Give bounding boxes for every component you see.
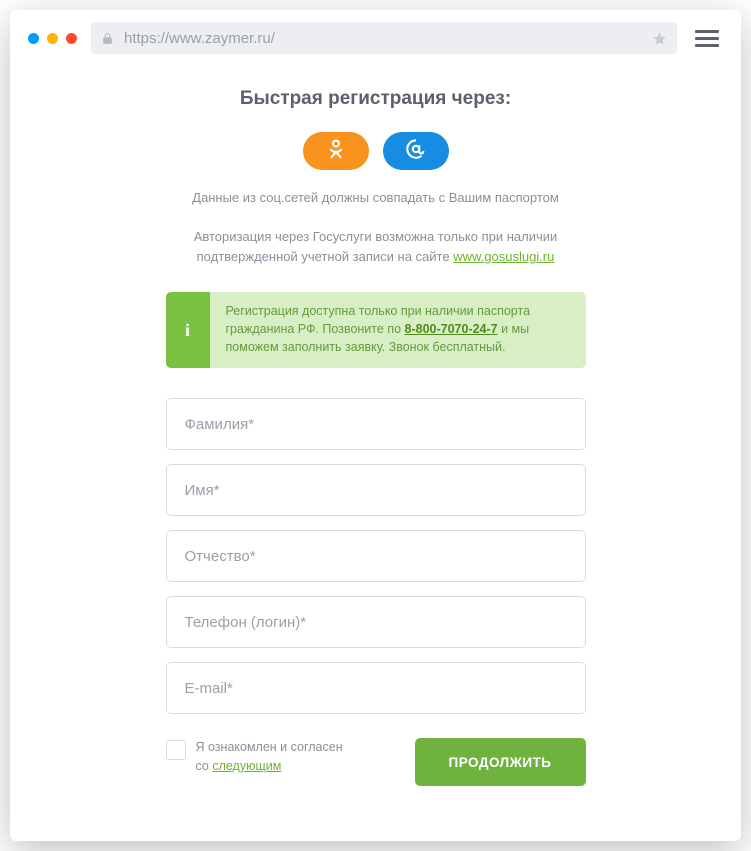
consent-checkbox[interactable] (166, 740, 186, 760)
window-dot-yellow[interactable] (47, 33, 58, 44)
consent-block: Я ознакомлен и согласен со следующим (166, 738, 395, 776)
info-text: Регистрация доступна только при наличии … (210, 292, 547, 368)
gosuslugi-link[interactable]: www.gosuslugi.ru (453, 249, 554, 264)
gos-line1: Авторизация через Госуслуги возможна тол… (194, 229, 558, 244)
browser-bar: https://www.zaymer.ru/ (10, 10, 741, 66)
form-bottom-row: Я ознакомлен и согласен со следующим ПРО… (166, 738, 586, 786)
info-phone-link[interactable]: 8-800-7070-24-7 (405, 322, 498, 336)
patronymic-field[interactable] (166, 530, 586, 582)
window-dot-red[interactable] (66, 33, 77, 44)
browser-window: https://www.zaymer.ru/ Быстрая регистрац… (10, 10, 741, 841)
consent-link[interactable]: следующим (212, 759, 281, 773)
lock-icon (101, 31, 114, 46)
info-line2a: гражданина РФ. Позвоните по (226, 322, 405, 336)
social-login-row (70, 132, 681, 170)
window-dot-blue[interactable] (28, 33, 39, 44)
email-field[interactable] (166, 662, 586, 714)
consent-text: Я ознакомлен и согласен со следующим (196, 738, 343, 776)
gosuslugi-note: Авторизация через Госуслуги возможна тол… (70, 227, 681, 266)
info-line2b: и мы (498, 322, 530, 336)
page-content: Быстрая регистрация через: (10, 66, 741, 786)
firstname-field[interactable] (166, 464, 586, 516)
lastname-field[interactable] (166, 398, 586, 450)
bookmark-star-icon[interactable] (652, 31, 667, 46)
consent-line2-prefix: со (196, 759, 213, 773)
consent-line1: Я ознакомлен и согласен (196, 740, 343, 754)
info-line3: поможем заполнить заявку. Звонок бесплат… (226, 340, 506, 354)
gos-line2-prefix: подтвержденной учетной записи на сайте (197, 249, 454, 264)
info-line1: Регистрация доступна только при наличии … (226, 304, 531, 318)
page-title: Быстрая регистрация через: (70, 88, 681, 110)
info-box: i Регистрация доступна только при наличи… (166, 292, 586, 368)
odnoklassniki-button[interactable] (303, 132, 369, 170)
at-sign-icon (405, 138, 427, 165)
menu-icon[interactable] (691, 30, 723, 47)
url-text: https://www.zaymer.ru/ (124, 30, 642, 47)
social-hint: Данные из соц.сетей должны совпадать с В… (70, 190, 681, 205)
window-controls (28, 33, 77, 44)
odnoklassniki-icon (327, 138, 345, 165)
info-icon: i (166, 292, 210, 368)
registration-form: Я ознакомлен и согласен со следующим ПРО… (166, 398, 586, 786)
submit-button[interactable]: ПРОДОЛЖИТЬ (415, 738, 586, 786)
phone-field[interactable] (166, 596, 586, 648)
address-bar[interactable]: https://www.zaymer.ru/ (91, 22, 677, 54)
mailru-button[interactable] (383, 132, 449, 170)
